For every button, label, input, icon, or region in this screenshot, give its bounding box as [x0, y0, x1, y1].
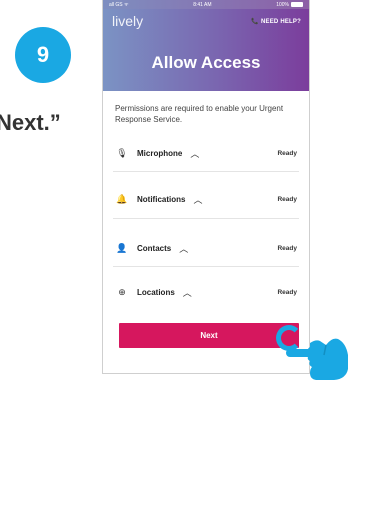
chevron-up-icon: ︿ — [193, 194, 203, 205]
permission-row-locations[interactable]: ⊕ Locations ︿ Ready — [113, 284, 297, 300]
permission-status: Ready — [277, 244, 297, 252]
battery-icon — [290, 1, 303, 7]
permission-label: Microphone — [137, 148, 183, 158]
next-button[interactable]: Next — [119, 323, 299, 348]
divider — [113, 171, 299, 172]
permission-row-microphone[interactable]: 🎙 Microphone ︿ Ready — [113, 145, 297, 161]
carrier-signal: all GS ᯤ — [109, 1, 129, 8]
permission-label: Contacts — [137, 243, 172, 253]
permission-row-notifications[interactable]: 🔔 Notifications ︿ Ready — [113, 191, 297, 207]
step-number: 9 — [36, 42, 50, 67]
brand-logo: lively — [112, 13, 144, 29]
need-help-label: NEED HELP? — [260, 19, 301, 25]
permission-status: Ready — [277, 149, 297, 157]
permissions-intro: Permissions are required to enable your … — [115, 104, 284, 124]
page-title: Allow Access — [151, 53, 261, 72]
clock: 8:41 AM — [193, 1, 212, 8]
chevron-up-icon: ︿ — [190, 148, 200, 159]
divider — [113, 266, 299, 267]
permission-label: Locations — [137, 287, 175, 297]
person-icon: 👤 — [116, 242, 128, 253]
microphone-icon: 🎙 — [116, 147, 128, 158]
step-number-badge: 9 — [15, 27, 71, 83]
permission-status: Ready — [277, 288, 297, 296]
permission-row-contacts[interactable]: 👤 Contacts ︿ Ready — [113, 240, 297, 256]
phone-icon: 📞 — [251, 19, 259, 25]
permission-status: Ready — [277, 195, 297, 203]
chevron-up-icon: ︿ — [182, 287, 192, 298]
pointing-hand-icon — [286, 338, 348, 380]
need-help-link[interactable]: 📞 NEED HELP? — [251, 18, 301, 25]
phone-screen: all GS ᯤ 8:41 AM 100% lively 📞 NEED HELP?… — [102, 0, 310, 374]
bell-icon: 🔔 — [116, 193, 128, 204]
location-icon: ⊕ — [118, 286, 126, 297]
app-header: lively 📞 NEED HELP? Allow Access — [103, 9, 309, 91]
status-bar: all GS ᯤ 8:41 AM 100% — [103, 0, 309, 9]
divider — [113, 218, 299, 219]
permission-label: Notifications — [137, 194, 186, 204]
step-instruction: Next.” — [0, 110, 61, 135]
chevron-up-icon: ︿ — [179, 243, 189, 254]
battery: 100% — [276, 2, 303, 8]
